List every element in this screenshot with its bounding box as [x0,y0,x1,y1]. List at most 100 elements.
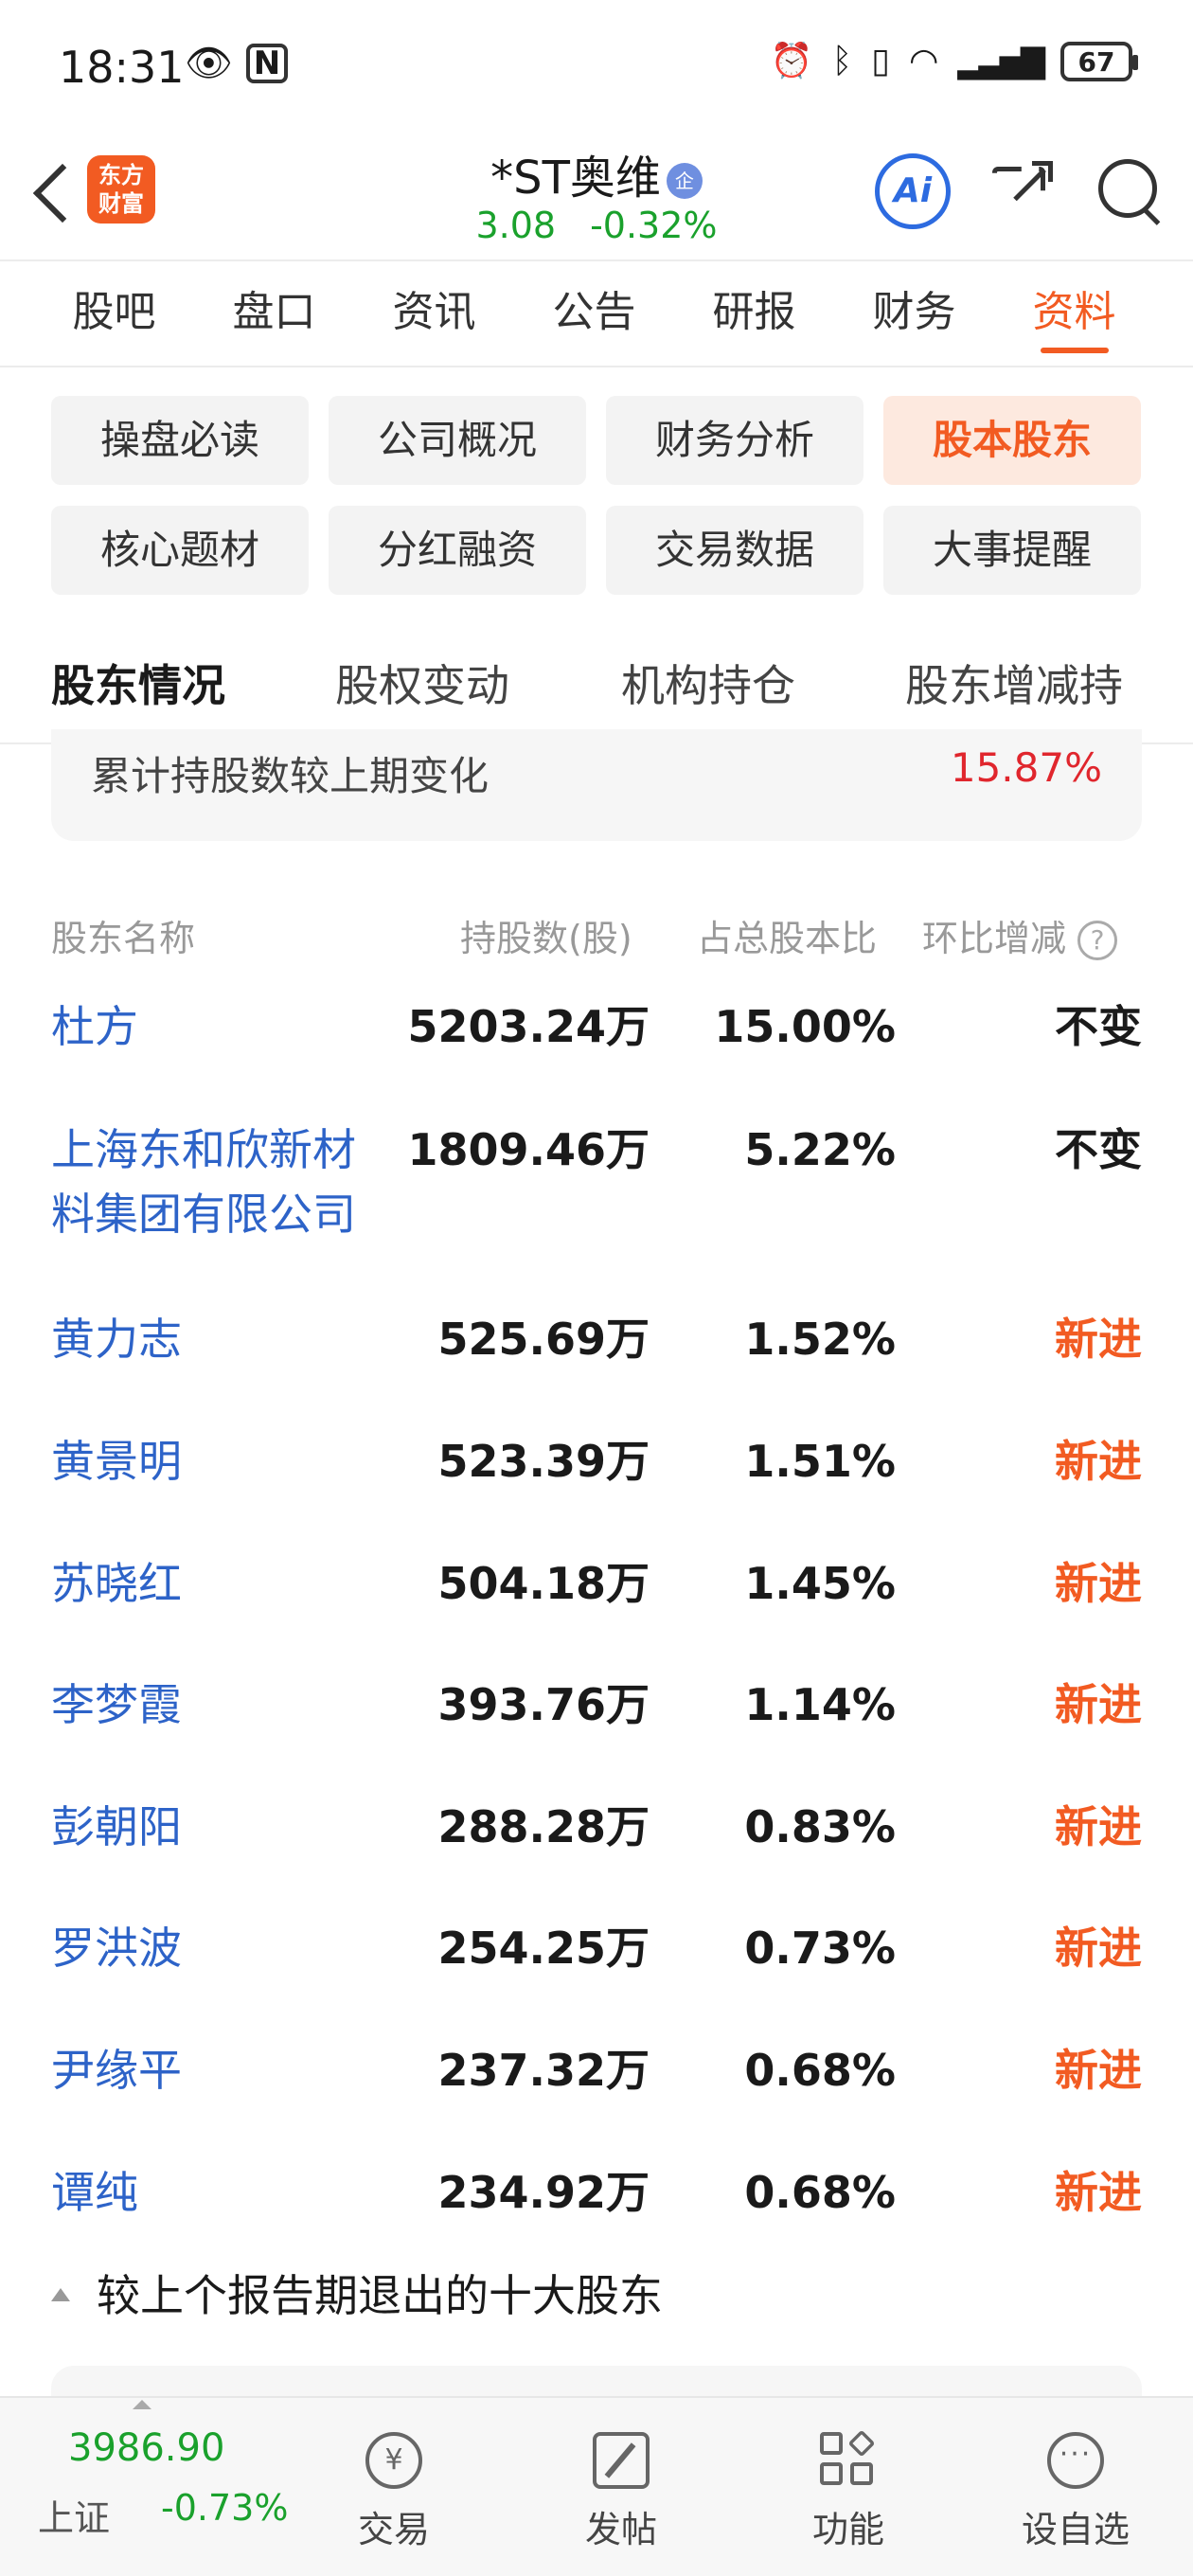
tab-news[interactable]: 资讯 [354,260,514,365]
header-change: 环比增减 [922,918,1067,959]
collapse-triangle-icon [51,2288,70,2301]
nav-add-watchlist-label: 设自选 [1021,2509,1130,2550]
battery-icon: 67 [1060,42,1138,81]
tab-equity-changes[interactable]: 股权变动 [335,636,509,735]
shareholder-name[interactable]: 黄景明 [51,1429,392,1494]
index-value: 3986.90 [68,2426,225,2470]
change-status: 新进 [1055,1436,1142,1487]
shareholder-name[interactable]: 杜方 [51,994,392,1059]
share-ratio: 1.51% [744,1436,896,1487]
exited-shareholders-toggle[interactable]: 较上个报告期退出的十大股东 [51,2262,663,2324]
profile-sub-menu: 操盘必读 公司概况 财务分析 股本股东 核心题材 分红融资 交易数据 大事提醒 [51,396,1142,595]
signal-icon: ▂▃▅▇ [957,43,1045,80]
stock-price: 3.08 [475,205,557,246]
stock-name[interactable]: *ST奥维 [490,152,661,205]
shares-held: 1809.46万 [407,1124,650,1175]
header-shares: 持股数(股) [460,918,632,959]
nav-add-watchlist[interactable]: ··· 设自选 [1000,2398,1151,2576]
table-header: 股东名称 持股数(股) 占总股本比 环比增减? [0,909,1193,966]
shares-held: 254.25万 [437,1923,650,1974]
stock-change-pct: -0.32% [590,205,718,246]
shareholder-name[interactable]: 尹缘平 [51,2038,392,2102]
sub-button-shareholders[interactable]: 股本股东 [883,396,1141,485]
header-ratio: 占总股本比 [697,918,878,959]
sub-button-dividends[interactable]: 分红融资 [329,506,586,595]
tab-institutional-holdings[interactable]: 机构持仓 [621,636,795,735]
nav-functions-label: 功能 [811,2509,884,2550]
sub-button-trading-guide[interactable]: 操盘必读 [51,396,309,485]
sub-button-financial-analysis[interactable]: 财务分析 [606,396,864,485]
more-icon: ··· [1047,2432,1104,2489]
header-name: 股东名称 [51,918,196,959]
summary-card: 累计持股数较上期变化 15.87% [51,729,1142,841]
sub-button-core-themes[interactable]: 核心题材 [51,506,309,595]
change-status: 新进 [1055,2045,1142,2096]
tab-research[interactable]: 研报 [674,260,834,365]
status-bar: 18:31 👁 N ⏰ ᛒ ▯ ◠ ▂▃▅▇ 67 [0,0,1193,133]
tab-profile[interactable]: 资料 [994,260,1154,365]
share-ratio: 15.00% [714,1001,896,1052]
share-ratio: 5.22% [744,1124,896,1175]
sub-button-events[interactable]: 大事提醒 [883,506,1141,595]
summary-label: 累计持股数较上期变化 [91,753,490,799]
enterprise-badge-icon: 企 [666,163,703,199]
share-ratio: 0.68% [744,2045,896,2096]
bottom-bar: 3986.90 上证 -0.73% ¥ 交易 发帖 功能 ··· 设自选 [0,2396,1193,2576]
change-status: 新进 [1055,1314,1142,1365]
tab-pankou[interactable]: 盘口 [194,260,354,365]
sub-button-company-overview[interactable]: 公司概况 [329,396,586,485]
tab-guba[interactable]: 股吧 [34,260,194,365]
shareholder-name[interactable]: 谭纯 [51,2160,392,2225]
shares-held: 393.76万 [437,1679,650,1730]
section-tabs: 股东情况 股权变动 机构持仓 股东增减持 [0,636,1193,742]
shares-held: 523.39万 [437,1436,650,1487]
change-status: 新进 [1055,2167,1142,2218]
wifi-icon: ◠ [908,42,939,80]
nav-trade[interactable]: ¥ 交易 [318,2398,470,2576]
change-status: 新进 [1055,1679,1142,1730]
shares-held: 234.92万 [437,2167,650,2218]
tab-holding-changes[interactable]: 股东增减持 [905,636,1123,735]
tab-shareholder-status[interactable]: 股东情况 [51,636,225,735]
nav-post[interactable]: 发帖 [545,2398,697,2576]
share-icon[interactable] [992,159,1053,220]
shareholder-name[interactable]: 李梦霞 [51,1673,392,1737]
shares-held: 237.32万 [437,2045,650,2096]
index-name: 上证 [38,2497,111,2539]
share-ratio: 0.68% [744,2167,896,2218]
nav-functions[interactable]: 功能 [773,2398,924,2576]
index-ticker[interactable]: 3986.90 上证 -0.73% [0,2398,303,2576]
tab-finance[interactable]: 财务 [834,260,994,365]
shareholder-name[interactable]: 罗洪波 [51,1916,392,1980]
tab-announcements[interactable]: 公告 [514,260,674,365]
alarm-icon: ⏰ [770,42,813,80]
search-icon[interactable] [1098,159,1165,225]
share-ratio: 1.14% [744,1679,896,1730]
shares-held: 504.18万 [437,1558,650,1609]
sub-button-trading-data[interactable]: 交易数据 [606,506,864,595]
exited-shareholders-label: 较上个报告期退出的十大股东 [97,2270,663,2321]
help-icon[interactable]: ? [1077,921,1118,960]
eye-icon: 👁 [185,42,233,85]
summary-value: 15.87% [950,744,1102,791]
ai-assistant-button[interactable]: Ai [875,153,951,229]
change-status: 新进 [1055,1923,1142,1974]
bluetooth-icon: ᛒ [831,42,853,80]
share-ratio: 0.73% [744,1923,896,1974]
nav-post-label: 发帖 [584,2509,657,2550]
edit-icon [593,2432,650,2489]
stock-header: 东方 财富 *ST奥维企 3.08 -0.32% Ai [0,133,1193,260]
shares-held: 5203.24万 [407,1001,650,1052]
status-time: 18:31 [59,42,185,93]
change-status: 新进 [1055,1801,1142,1852]
share-ratio: 1.45% [744,1558,896,1609]
shareholder-name[interactable]: 苏晓红 [51,1551,392,1616]
shareholder-name[interactable]: 彭朝阳 [51,1795,392,1859]
change-status: 不变 [1055,1001,1142,1052]
vibrate-icon: ▯ [871,42,890,80]
main-tabs: 股吧 盘口 资讯 公告 研报 财务 资料 [0,260,1193,365]
shareholder-name[interactable]: 黄力志 [51,1307,392,1371]
nfc-icon: N [245,44,289,83]
index-change: -0.73% [161,2487,289,2529]
shareholder-name[interactable]: 上海东和欣新材料集团有限公司 [51,1118,392,1246]
